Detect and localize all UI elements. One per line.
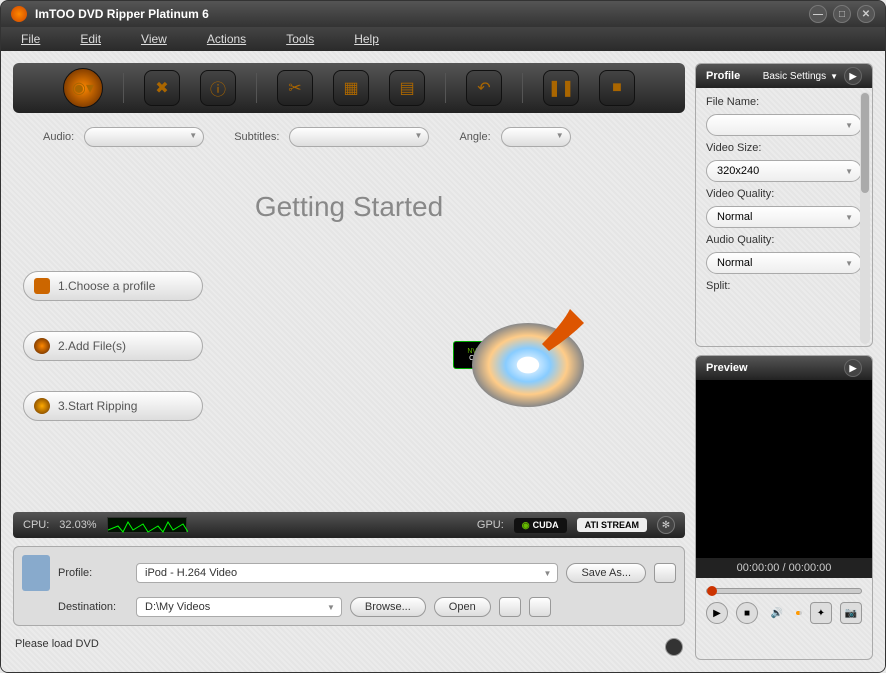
steps-area: 1.Choose a profile 2.Add File(s) 3.Start… bbox=[13, 251, 685, 441]
disc-button[interactable]: ◉▾ bbox=[63, 68, 103, 108]
dest-option-button[interactable] bbox=[499, 597, 521, 617]
rip-icon bbox=[34, 398, 50, 414]
filename-label: File Name: bbox=[706, 96, 862, 108]
cuda-badge: ◉CUDA bbox=[514, 518, 567, 533]
preview-expand-button[interactable]: ▶ bbox=[844, 359, 862, 377]
minimize-button[interactable]: — bbox=[809, 5, 827, 23]
preview-panel-title: Preview bbox=[706, 362, 844, 374]
right-pane: Profile Basic Settings ▼ ▶ File Name: Vi… bbox=[695, 63, 873, 660]
dest-menu-button[interactable] bbox=[529, 597, 551, 617]
stream-selectors: Audio: Subtitles: Angle: bbox=[13, 121, 685, 153]
snapshot-button[interactable]: ✦ bbox=[810, 602, 832, 624]
volume-icon[interactable]: 🔊 bbox=[766, 602, 788, 624]
stop-playback-button[interactable]: ■ bbox=[736, 602, 758, 624]
audio-select[interactable] bbox=[84, 127, 204, 147]
settings-gear-icon[interactable]: ✻ bbox=[657, 516, 675, 534]
step2-label: 2.Add File(s) bbox=[58, 339, 126, 353]
step-choose-profile[interactable]: 1.Choose a profile bbox=[23, 271, 203, 301]
preview-video-area bbox=[696, 380, 872, 558]
close-button[interactable]: ✕ bbox=[857, 5, 875, 23]
open-button[interactable]: Open bbox=[434, 597, 491, 617]
output-controls: Profile: iPod - H.264 Video Save As... D… bbox=[13, 546, 685, 626]
seek-bar[interactable] bbox=[706, 588, 862, 594]
app-logo-icon bbox=[11, 6, 27, 22]
destination-select[interactable]: D:\My Videos bbox=[136, 597, 342, 617]
menubar: File Edit View Actions Tools Help bbox=[1, 27, 885, 51]
play-button[interactable]: ▶ bbox=[706, 602, 728, 624]
dvd-graphic-icon bbox=[465, 281, 605, 401]
disc-icon bbox=[34, 338, 50, 354]
save-as-button[interactable]: Save As... bbox=[566, 563, 646, 583]
videoquality-label: Video Quality: bbox=[706, 188, 862, 200]
delete-button[interactable]: ✖ bbox=[144, 70, 180, 106]
audioquality-select[interactable]: Normal bbox=[706, 252, 862, 274]
step-start-ripping[interactable]: 3.Start Ripping bbox=[23, 391, 203, 421]
window-title: ImTOO DVD Ripper Platinum 6 bbox=[35, 7, 809, 21]
videoquality-select[interactable]: Normal bbox=[706, 206, 862, 228]
ati-badge: ATI STREAM bbox=[577, 518, 647, 532]
destination-label: Destination: bbox=[58, 601, 128, 613]
volume-slider[interactable] bbox=[796, 611, 802, 615]
device-icon bbox=[22, 555, 50, 591]
maximize-button[interactable]: □ bbox=[833, 5, 851, 23]
menu-tools[interactable]: Tools bbox=[286, 32, 314, 46]
profile-label: Profile: bbox=[58, 567, 128, 579]
cpu-value: 32.03% bbox=[59, 519, 96, 531]
menu-file[interactable]: File bbox=[21, 32, 40, 46]
toolbar: ◉▾ ✖ ⓘ ✂ ▦ ▤ ↶ ❚❚ ■ bbox=[13, 63, 685, 113]
titlebar: ImTOO DVD Ripper Platinum 6 — □ ✕ bbox=[1, 1, 885, 27]
audio-label: Audio: bbox=[43, 131, 74, 143]
main-pane: ◉▾ ✖ ⓘ ✂ ▦ ▤ ↶ ❚❚ ■ Audio: Subtitles: An… bbox=[13, 63, 685, 660]
effect-button[interactable]: ▤ bbox=[389, 70, 425, 106]
step-add-files[interactable]: 2.Add File(s) bbox=[23, 331, 203, 361]
player-controls: ▶ ■ 🔊 ✦ 📷 bbox=[696, 578, 872, 634]
subtitles-label: Subtitles: bbox=[234, 131, 279, 143]
step1-label: 1.Choose a profile bbox=[58, 279, 155, 293]
profile-scrollbar[interactable] bbox=[860, 92, 870, 344]
subtitles-select[interactable] bbox=[289, 127, 429, 147]
camera-button[interactable]: 📷 bbox=[840, 602, 862, 624]
menu-help[interactable]: Help bbox=[354, 32, 379, 46]
crop-button[interactable]: ▦ bbox=[333, 70, 369, 106]
seek-handle-icon[interactable] bbox=[707, 586, 717, 596]
filename-input[interactable] bbox=[706, 114, 862, 136]
pause-button[interactable]: ❚❚ bbox=[543, 70, 579, 106]
profile-expand-button[interactable]: ▶ bbox=[844, 67, 862, 85]
menu-actions[interactable]: Actions bbox=[207, 32, 246, 46]
step3-label: 3.Start Ripping bbox=[58, 399, 137, 413]
footer-status: Please load DVD bbox=[13, 634, 685, 660]
angle-label: Angle: bbox=[459, 131, 490, 143]
status-bar: CPU: 32.03% GPU: ◉CUDA ATI STREAM ✻ bbox=[13, 512, 685, 538]
videosize-select[interactable]: 320x240 bbox=[706, 160, 862, 182]
profile-panel: Profile Basic Settings ▼ ▶ File Name: Vi… bbox=[695, 63, 873, 347]
menu-edit[interactable]: Edit bbox=[80, 32, 101, 46]
timecode: 00:00:00 / 00:00:00 bbox=[696, 558, 872, 578]
profile-select[interactable]: iPod - H.264 Video bbox=[136, 563, 558, 583]
audioquality-label: Audio Quality: bbox=[706, 234, 862, 246]
profile-icon bbox=[34, 278, 50, 294]
basic-settings-label[interactable]: Basic Settings bbox=[763, 71, 826, 82]
cpu-label: CPU: bbox=[23, 519, 49, 531]
menu-view[interactable]: View bbox=[141, 32, 167, 46]
getting-started-heading: Getting Started bbox=[13, 161, 685, 243]
cut-button[interactable]: ✂ bbox=[277, 70, 313, 106]
videosize-label: Video Size: bbox=[706, 142, 862, 154]
split-label: Split: bbox=[706, 280, 862, 292]
profile-panel-title: Profile bbox=[706, 70, 763, 82]
browse-button[interactable]: Browse... bbox=[350, 597, 426, 617]
info-button[interactable]: ⓘ bbox=[200, 70, 236, 106]
gpu-label: GPU: bbox=[477, 519, 504, 531]
angle-select[interactable] bbox=[501, 127, 571, 147]
profile-menu-button[interactable] bbox=[654, 563, 676, 583]
preview-panel: Preview ▶ 00:00:00 / 00:00:00 ▶ ■ 🔊 ✦ 📷 bbox=[695, 355, 873, 660]
footer-message: Please load DVD bbox=[15, 638, 665, 656]
undo-button[interactable]: ↶ bbox=[466, 70, 502, 106]
stop-button[interactable]: ■ bbox=[599, 70, 635, 106]
cpu-graph bbox=[107, 517, 187, 533]
footer-expand-button[interactable] bbox=[665, 638, 683, 656]
